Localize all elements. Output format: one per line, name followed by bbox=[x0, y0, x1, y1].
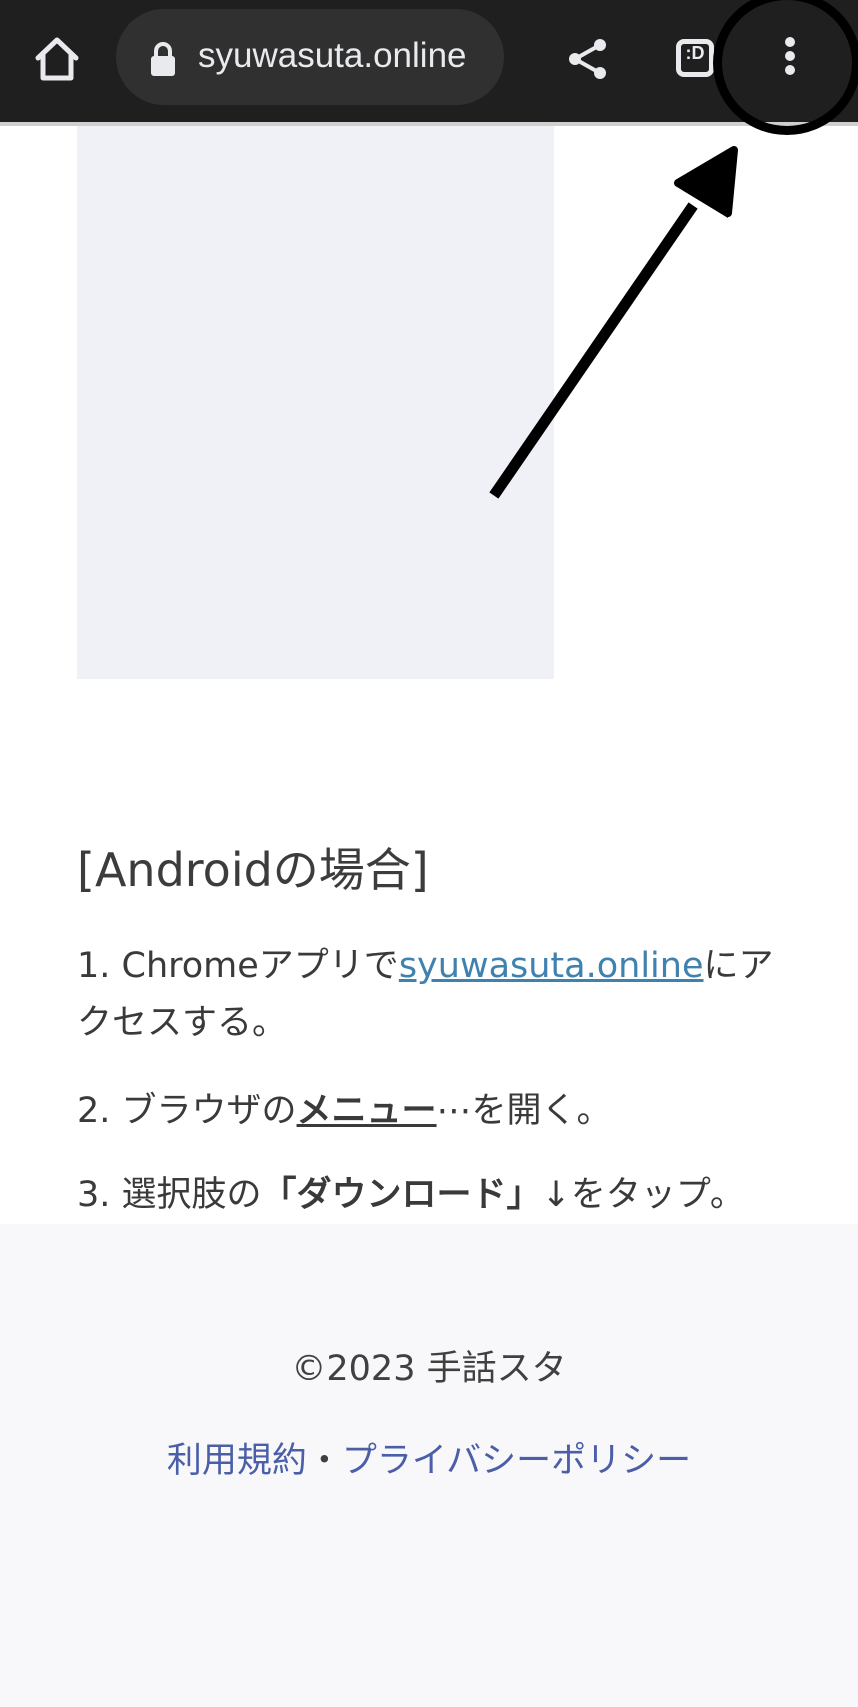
page-footer: ©2023 手話スタ 利用規約・プライバシーポリシー bbox=[0, 1224, 858, 1707]
image-placeholder bbox=[77, 126, 554, 679]
step-2-prefix: 2. ブラウザの bbox=[77, 1091, 297, 1131]
step-2: 2. ブラウザのメニュー⋯を開く。 bbox=[77, 1083, 612, 1140]
tab-switcher-button[interactable]: :D bbox=[672, 34, 718, 80]
address-bar[interactable]: syuwasuta.online bbox=[116, 9, 504, 105]
copyright: ©2023 手話スタ bbox=[291, 1349, 567, 1389]
step-3-suffix: をタップ。 bbox=[570, 1175, 745, 1215]
step-3: 3. 選択肢の「ダウンロード」↓をタップ。 bbox=[77, 1167, 745, 1224]
terms-link[interactable]: 利用規約 bbox=[167, 1441, 307, 1481]
download-arrow-icon: ↓ bbox=[541, 1175, 571, 1215]
step-1-prefix: 1. Chromeアプリで bbox=[77, 946, 399, 986]
share-button[interactable] bbox=[565, 36, 611, 82]
dots-icon: ⋯ bbox=[436, 1091, 472, 1131]
footer-links: 利用規約・プライバシーポリシー bbox=[0, 1436, 858, 1486]
step-1: 1. Chromeアプリでsyuwasuta.onlineにアクセスする。 bbox=[77, 938, 777, 1052]
site-link[interactable]: syuwasuta.online bbox=[399, 946, 704, 986]
step-3-prefix: 3. 選択肢の bbox=[77, 1175, 262, 1215]
url-text: syuwasuta.online bbox=[198, 36, 467, 75]
privacy-link[interactable]: プライバシーポリシー bbox=[342, 1441, 691, 1481]
download-term: 「ダウンロード」 bbox=[261, 1175, 542, 1215]
menu-term: メニュー bbox=[296, 1091, 437, 1131]
section-heading: [Androidの場合] bbox=[77, 843, 429, 897]
footer-separator: ・ bbox=[306, 1441, 342, 1481]
home-button[interactable] bbox=[32, 34, 82, 84]
lock-icon bbox=[151, 42, 175, 76]
share-icon bbox=[569, 39, 606, 79]
step-2-suffix: を開く。 bbox=[471, 1091, 612, 1131]
annotation-circle bbox=[713, 0, 858, 135]
tab-count: :D bbox=[685, 43, 705, 63]
home-icon bbox=[35, 37, 79, 81]
